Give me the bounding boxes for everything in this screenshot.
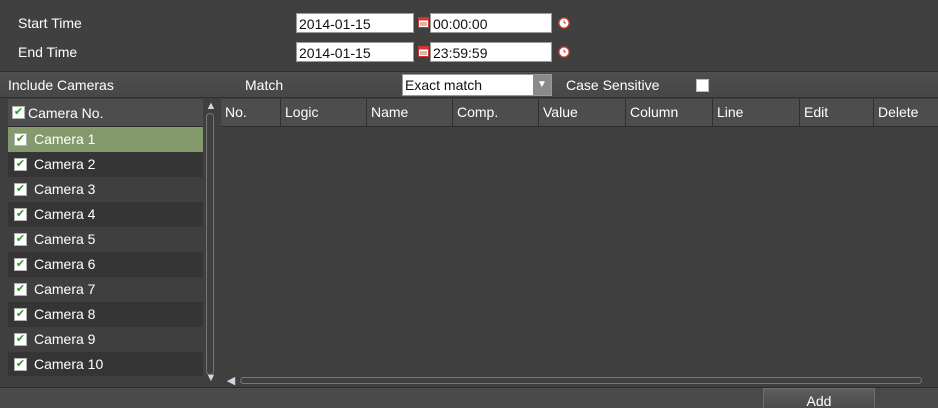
match-dropdown[interactable]: Exact match ▼ xyxy=(402,74,552,96)
checkmark-icon: ✔ xyxy=(13,106,24,118)
camera-label: Camera 10 xyxy=(34,356,104,372)
camera-row[interactable]: ✔ Camera 10 xyxy=(8,352,204,376)
include-cameras-label: Include Cameras xyxy=(8,77,114,93)
camera-label: Camera 5 xyxy=(34,231,96,247)
column-header-no: No. xyxy=(225,104,247,120)
checkmark-icon: ✔ xyxy=(15,183,26,195)
case-sensitive-checkbox[interactable] xyxy=(696,79,709,92)
column-header-column: Column xyxy=(625,99,712,126)
checkmark-icon: ✔ xyxy=(15,283,26,295)
filter-bar: Include Cameras Match Exact match ▼ Case… xyxy=(0,71,938,98)
checkmark-icon: ✔ xyxy=(15,133,26,145)
camera-row[interactable]: ✔ Camera 3 xyxy=(8,177,204,202)
case-sensitive-label: Case Sensitive xyxy=(566,77,660,93)
checkmark-icon: ✔ xyxy=(15,333,26,345)
camera-checkbox[interactable]: ✔ xyxy=(14,183,27,196)
rules-table-header: No. Logic Name Comp. Value Column Line E… xyxy=(221,99,938,127)
column-header-line: Line xyxy=(712,99,799,126)
checkmark-icon: ✔ xyxy=(15,158,26,170)
camera-checkbox[interactable]: ✔ xyxy=(14,333,27,346)
checkmark-icon: ✔ xyxy=(15,258,26,270)
add-button[interactable]: Add xyxy=(763,388,875,408)
scrollbar-thumb[interactable] xyxy=(206,113,214,375)
camera-row[interactable]: ✔ Camera 9 xyxy=(8,327,204,352)
camera-label: Camera 9 xyxy=(34,331,96,347)
column-header-comp: Comp. xyxy=(452,99,538,126)
camera-row[interactable]: ✔ Camera 2 xyxy=(8,152,204,177)
chevron-left-icon[interactable]: ◀ xyxy=(225,374,237,387)
camera-checkbox[interactable]: ✔ xyxy=(14,233,27,246)
camera-checkbox[interactable]: ✔ xyxy=(14,283,27,296)
camera-checkbox[interactable]: ✔ xyxy=(14,308,27,321)
start-time-label: Start Time xyxy=(18,15,82,31)
camera-checkbox[interactable]: ✔ xyxy=(14,208,27,221)
start-time-field[interactable]: 00:00:00 xyxy=(430,13,552,33)
column-header-name: Name xyxy=(366,99,452,126)
rules-table-body xyxy=(221,127,938,375)
end-time-field[interactable]: 23:59:59 xyxy=(430,42,552,62)
camera-label: Camera 2 xyxy=(34,156,96,172)
camera-label: Camera 4 xyxy=(34,206,96,222)
horizontal-scrollbar-thumb[interactable] xyxy=(240,377,922,384)
chevron-down-icon[interactable]: ▼ xyxy=(203,372,219,384)
camera-label: Camera 6 xyxy=(34,256,96,272)
camera-row[interactable]: ✔ Camera 1 xyxy=(8,127,204,152)
select-all-checkbox[interactable]: ✔ xyxy=(12,106,25,119)
match-label: Match xyxy=(245,77,284,93)
camera-checkbox[interactable]: ✔ xyxy=(14,158,27,171)
end-date-field[interactable]: 2014-01-15 xyxy=(296,42,414,62)
calendar-icon[interactable] xyxy=(418,46,429,57)
camera-label: Camera 1 xyxy=(34,131,96,147)
camera-checkbox[interactable]: ✔ xyxy=(14,133,27,146)
dropdown-arrow-icon[interactable]: ▼ xyxy=(533,75,551,95)
chevron-up-icon[interactable]: ▲ xyxy=(203,100,219,112)
camera-list-header: ✔ Camera No. xyxy=(8,99,204,127)
checkmark-icon: ✔ xyxy=(15,233,26,245)
camera-label: Camera 8 xyxy=(34,306,96,322)
checkmark-icon: ✔ xyxy=(15,208,26,220)
camera-no-header: Camera No. xyxy=(28,105,104,121)
column-header-edit: Edit xyxy=(799,99,873,126)
calendar-icon[interactable] xyxy=(418,17,429,28)
clock-icon[interactable] xyxy=(558,46,570,58)
camera-checkbox[interactable]: ✔ xyxy=(14,358,27,371)
checkmark-icon: ✔ xyxy=(15,308,26,320)
camera-row[interactable]: ✔ Camera 8 xyxy=(8,302,204,327)
column-header-logic: Logic xyxy=(280,99,366,126)
end-time-label: End Time xyxy=(18,44,78,60)
start-date-field[interactable]: 2014-01-15 xyxy=(296,13,414,33)
camera-row[interactable]: ✔ Camera 7 xyxy=(8,277,204,302)
match-dropdown-value: Exact match xyxy=(405,77,483,93)
camera-row[interactable]: ✔ Camera 6 xyxy=(8,252,204,277)
clock-icon[interactable] xyxy=(558,17,570,29)
column-header-delete: Delete xyxy=(873,99,938,126)
camera-row[interactable]: ✔ Camera 5 xyxy=(8,227,204,252)
camera-label: Camera 7 xyxy=(34,281,96,297)
camera-checkbox[interactable]: ✔ xyxy=(14,258,27,271)
column-header-value: Value xyxy=(538,99,625,126)
checkmark-icon: ✔ xyxy=(15,358,26,370)
camera-label: Camera 3 xyxy=(34,181,96,197)
camera-row[interactable]: ✔ Camera 4 xyxy=(8,202,204,227)
